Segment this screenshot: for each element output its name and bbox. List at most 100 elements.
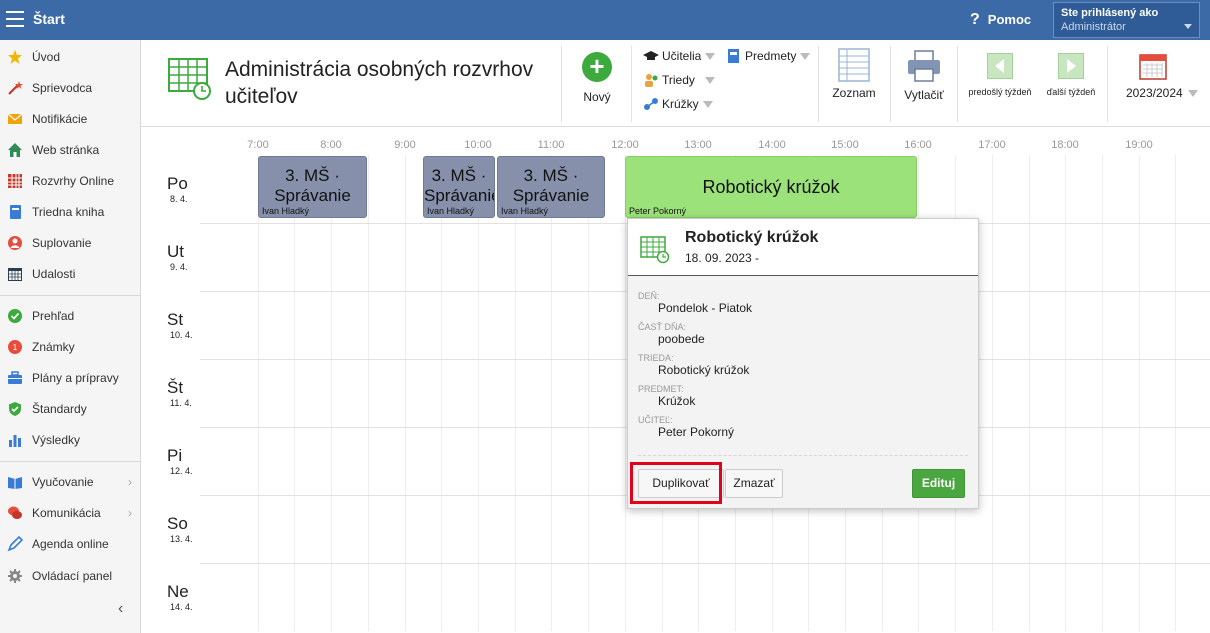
grid-line <box>515 155 516 631</box>
popup-date: 18. 09. 2023 - <box>685 251 760 265</box>
chevron-down-icon <box>704 76 715 84</box>
hour-label: 12:00 <box>611 139 639 151</box>
sidebar-divider <box>0 295 140 296</box>
day-label-friday: Pi 12. 4. <box>167 446 193 476</box>
sidebar-item-label: Plány a prípravy <box>32 371 119 385</box>
page-header: Administrácia osobných rozvrhov učiteľov… <box>141 40 1210 127</box>
timetable-icon <box>8 174 22 188</box>
sidebar-item-vysledky[interactable]: Výsledky <box>0 426 140 454</box>
grid-line <box>1102 155 1103 631</box>
grid-line <box>331 155 332 631</box>
list-button-label: Zoznam <box>832 86 876 100</box>
chevron-down-icon <box>800 52 811 60</box>
event-title: Robotický krúžok <box>702 177 840 197</box>
previous-week-button[interactable]: predošlý týždeň <box>967 53 1033 97</box>
clubs-icon <box>644 98 658 110</box>
field-value-day: Pondelok - Piatok <box>658 301 753 315</box>
sidebar-item-label: Suplovanie <box>32 236 92 250</box>
hours-header: 7:00 8:00 9:00 10:00 11:00 12:00 13:00 1… <box>0 139 1210 153</box>
new-button-label: Nový <box>583 90 611 104</box>
chevron-down-icon <box>1188 90 1199 97</box>
sidebar-item-triedna-kniha[interactable]: Triedna kniha <box>0 198 140 226</box>
grid-line <box>478 155 479 631</box>
grid-line <box>588 155 589 631</box>
day-date: 10. 4. <box>170 330 193 340</box>
sidebar-item-plany-a-pripravy[interactable]: Plány a prípravy <box>0 364 140 392</box>
hour-label: 10:00 <box>464 139 492 151</box>
sidebar-item-sprievodca[interactable]: Sprievodca <box>0 74 140 102</box>
collapse-sidebar-button[interactable]: ‹ <box>118 600 123 618</box>
sidebar-item-ovladaci-panel[interactable]: Ovládací panel <box>0 562 140 590</box>
sidebar-item-znamky[interactable]: 1 Známky <box>0 333 140 361</box>
hamburger-menu-icon[interactable] <box>6 11 24 27</box>
delete-button[interactable]: Zmazať <box>725 469 783 498</box>
app-title[interactable]: Štart <box>33 11 65 27</box>
filter-subjects[interactable]: Predmety <box>726 49 811 63</box>
field-label-class: TRIEDA: <box>638 353 674 363</box>
filter-classes-label: Triedy <box>662 73 695 87</box>
arrow-right-icon <box>1058 53 1084 79</box>
grid-line <box>625 155 626 631</box>
grid-line <box>405 155 406 631</box>
sidebar-item-prehlad[interactable]: Prehľad <box>0 302 140 330</box>
schedule-event[interactable]: 3. MŠ · Správanie Ivan Hladký <box>423 156 495 218</box>
filter-clubs[interactable]: Krúžky <box>643 97 713 111</box>
print-button-label: Vytlačiť <box>904 88 944 102</box>
schedule-event[interactable]: 3. MŠ · Správanie Ivan Hladký <box>497 156 605 218</box>
sidebar-item-rozvrhy-online[interactable]: Rozvrhy Online <box>0 167 140 195</box>
filter-teachers[interactable]: Učitelia <box>643 49 716 63</box>
day-name: Po <box>167 174 188 193</box>
check-circle-icon <box>8 309 22 323</box>
person-icon <box>8 236 22 250</box>
hour-label: 18:00 <box>1051 139 1079 151</box>
toolbar-divider <box>818 46 819 122</box>
wand-icon <box>8 81 23 95</box>
grid-line <box>200 563 1210 564</box>
grades-icon: 1 <box>8 340 22 354</box>
user-logged-as-label: Ste prihlásený ako <box>1061 7 1159 19</box>
edit-button[interactable]: Edituj <box>912 469 965 498</box>
sidebar-item-komunikacia[interactable]: Komunikácia › <box>0 499 140 527</box>
day-date: 14. 4. <box>170 602 193 612</box>
hour-label: 15:00 <box>831 139 859 151</box>
event-teacher: Ivan Hladký <box>262 206 310 216</box>
sidebar-item-vyucovanie[interactable]: Vyučovanie › <box>0 468 140 496</box>
user-menu[interactable]: Ste prihlásený ako Administrátor <box>1053 2 1200 38</box>
schedule-event-selected[interactable]: Robotický krúžok Peter Pokorný <box>625 156 917 218</box>
day-name: Št <box>167 378 184 397</box>
duplicate-button-highlight <box>630 462 722 504</box>
school-year-select[interactable]: 2023/2024 <box>1117 52 1207 100</box>
filter-classes[interactable]: Triedy <box>643 73 715 87</box>
sidebar-item-label: Štandardy <box>32 402 87 416</box>
timetable-clock-icon <box>640 236 670 264</box>
sidebar-item-label: Agenda online <box>32 537 109 551</box>
sidebar-item-label: Prehľad <box>32 309 75 323</box>
sidebar-item-agenda-online[interactable]: Agenda online <box>0 530 140 558</box>
help-button[interactable]: ? Pomoc <box>970 11 1031 29</box>
toolbar-divider <box>631 46 632 122</box>
schedule-event[interactable]: 3. MŠ · Správanie Ivan Hladký <box>258 156 367 218</box>
sidebar-item-notifikacie[interactable]: Notifikácie <box>0 105 140 133</box>
print-button[interactable]: Vytlačiť <box>899 50 949 102</box>
sidebar-item-udalosti[interactable]: Udalosti <box>0 260 140 288</box>
calendar-icon <box>8 268 22 281</box>
sidebar-item-suplovanie[interactable]: Suplovanie <box>0 229 140 257</box>
sidebar-item-standardy[interactable]: Štandardy <box>0 395 140 423</box>
event-title: 3. MŠ · Správanie <box>424 166 495 205</box>
sidebar-item-label: Vyučovanie <box>32 475 94 489</box>
sidebar-item-label: Ovládací panel <box>32 569 113 583</box>
next-week-button[interactable]: ďalší týždeň <box>1039 53 1103 97</box>
sidebar-item-uvod[interactable]: Úvod <box>0 43 140 71</box>
chat-icon <box>8 506 22 519</box>
list-button[interactable]: Zoznam <box>829 48 879 100</box>
school-year-value: 2023/2024 <box>1125 86 1183 100</box>
grid-line <box>1029 155 1030 631</box>
day-label-thursday: Št 11. 4. <box>167 378 192 408</box>
help-icon: ? <box>970 11 980 28</box>
grid-line <box>992 155 993 631</box>
new-button[interactable]: + Nový <box>577 52 617 104</box>
help-label: Pomoc <box>987 12 1032 27</box>
popup-divider <box>638 455 968 456</box>
sidebar-item-label: Rozvrhy Online <box>32 174 115 188</box>
next-week-label: ďalší týždeň <box>1046 87 1096 97</box>
